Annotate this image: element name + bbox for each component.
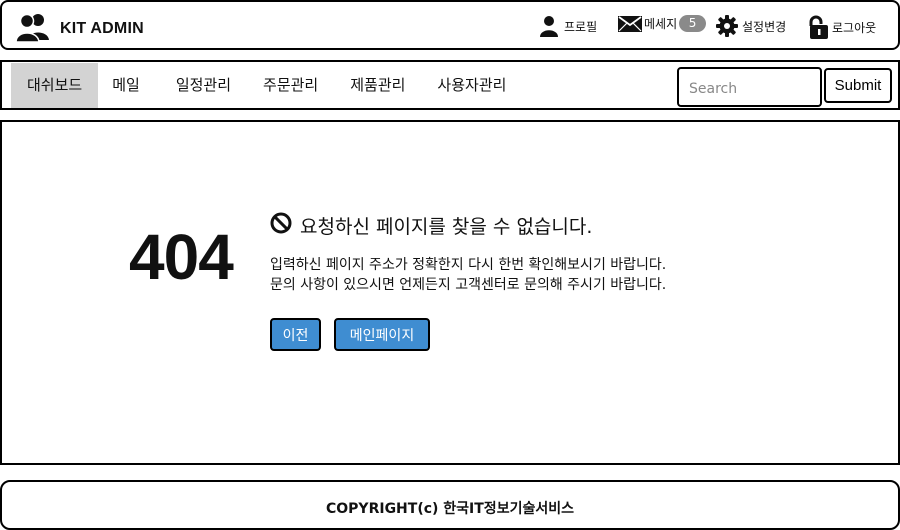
error-description-line: 문의 사항이 있으시면 언제든지 고객센터로 문의해 주시기 바랍니다. (270, 277, 667, 293)
menu-item-orders[interactable]: 주문관리 (247, 63, 334, 108)
error-title: 요청하신 페이지를 찾을 수 없습니다. (270, 212, 592, 239)
menu-item-schedule[interactable]: 일정관리 (156, 63, 247, 108)
menu-item-products[interactable]: 제품관리 (334, 63, 421, 108)
error-description-line: 입력하신 페이지 주소가 정확한지 다시 한번 확인해보시기 바랍니다. (270, 257, 667, 273)
top-header: KIT ADMIN 프로필 메세지 5 설정변경 로그아웃 (0, 0, 900, 50)
back-button[interactable]: 이전 (270, 318, 321, 351)
message-count-badge: 5 (679, 15, 707, 32)
menu-items: 대쉬보드 메일 일정관리 주문관리 제품관리 사용자관리 (11, 63, 522, 108)
search-input[interactable] (677, 67, 822, 107)
error-title-text: 요청하신 페이지를 찾을 수 없습니다. (300, 216, 593, 238)
nav-profile[interactable]: 프로필 (540, 15, 597, 37)
menu-item-users[interactable]: 사용자관리 (421, 63, 522, 108)
brand[interactable]: KIT ADMIN (15, 12, 144, 46)
nav-settings-label: 설정변경 (742, 19, 787, 34)
nav-logout-label: 로그아웃 (832, 20, 877, 35)
nav-messages-label: 메세지 (644, 17, 678, 31)
unlock-icon (808, 15, 830, 39)
gear-icon (716, 15, 738, 37)
search-submit-button[interactable]: Submit (824, 68, 892, 103)
nav-settings[interactable]: 설정변경 (716, 15, 786, 37)
user-icon (540, 15, 558, 37)
main-page-button[interactable]: 메인페이지 (334, 318, 430, 351)
users-icon (15, 12, 50, 46)
copyright-text: COPYRIGHT(c) 한국IT정보기술서비스 (326, 501, 574, 517)
error-description: 입력하신 페이지 주소가 정확한지 다시 한번 확인해보시기 바랍니다. 문의 … (270, 255, 666, 295)
envelope-icon (618, 15, 642, 32)
footer: COPYRIGHT(c) 한국IT정보기술서비스 (0, 480, 900, 530)
error-code: 404 (129, 221, 234, 293)
brand-name: KIT ADMIN (60, 20, 144, 37)
nav-messages[interactable]: 메세지 5 (618, 15, 707, 32)
nav-logout[interactable]: 로그아웃 (808, 15, 876, 39)
menu-item-dashboard[interactable]: 대쉬보드 (11, 63, 99, 108)
ban-icon (270, 212, 300, 239)
menu-item-mail[interactable]: 메일 (98, 63, 156, 108)
main-content: 404 요청하신 페이지를 찾을 수 없습니다. 입력하신 페이지 주소가 정확… (0, 120, 900, 465)
main-menubar: 대쉬보드 메일 일정관리 주문관리 제품관리 사용자관리 Submit (0, 60, 900, 110)
nav-profile-label: 프로필 (564, 19, 598, 34)
